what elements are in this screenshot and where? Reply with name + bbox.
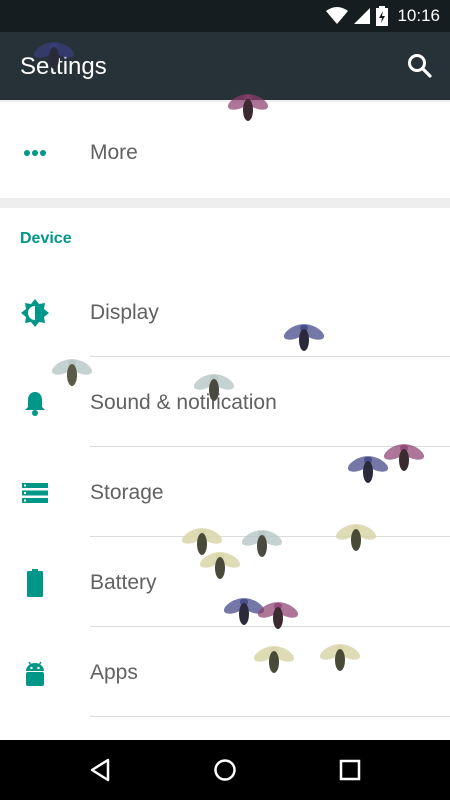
search-icon — [408, 54, 432, 78]
status-icons — [326, 5, 388, 27]
app-bar: Settings — [0, 32, 450, 100]
divider — [90, 626, 450, 627]
section-header-device: Device — [20, 230, 72, 247]
device-card: Device Display Sound & notification Stor… — [0, 208, 450, 740]
storage-icon — [22, 483, 48, 503]
settings-item-display[interactable]: Display — [0, 268, 450, 358]
home-icon[interactable] — [210, 755, 240, 785]
settings-item-storage[interactable]: Storage — [0, 448, 450, 538]
settings-item-sound[interactable]: Sound & notification — [0, 358, 450, 448]
bell-icon — [25, 392, 45, 416]
navigation-bar — [0, 740, 450, 800]
android-icon — [26, 661, 44, 686]
divider — [90, 716, 450, 717]
battery-icon — [27, 569, 43, 597]
status-bar: 10:16 — [0, 0, 450, 32]
more-horiz-icon — [24, 150, 46, 156]
page-title: Settings — [20, 53, 107, 80]
divider — [90, 356, 450, 357]
wifi-icon — [326, 7, 348, 24]
settings-item-label: Apps — [90, 661, 138, 684]
settings-item-label: Sound & notification — [90, 391, 277, 414]
settings-item-battery[interactable]: Battery — [0, 538, 450, 628]
status-time: 10:16 — [397, 6, 440, 25]
divider — [90, 536, 450, 537]
settings-item-apps[interactable]: Apps — [0, 628, 450, 718]
divider — [90, 446, 450, 447]
signal-icon — [354, 8, 370, 24]
settings-item-label: More — [90, 141, 138, 164]
battery-charging-icon — [376, 6, 388, 26]
recents-icon[interactable] — [335, 755, 365, 785]
settings-item-label: Battery — [90, 571, 157, 594]
more-card: More — [0, 102, 450, 198]
back-icon[interactable] — [85, 755, 115, 785]
search-button[interactable] — [404, 50, 436, 82]
settings-item-more[interactable]: More — [0, 108, 450, 198]
brightness-icon — [21, 299, 49, 327]
settings-item-label: Display — [90, 301, 159, 324]
settings-item-label: Storage — [90, 481, 164, 504]
